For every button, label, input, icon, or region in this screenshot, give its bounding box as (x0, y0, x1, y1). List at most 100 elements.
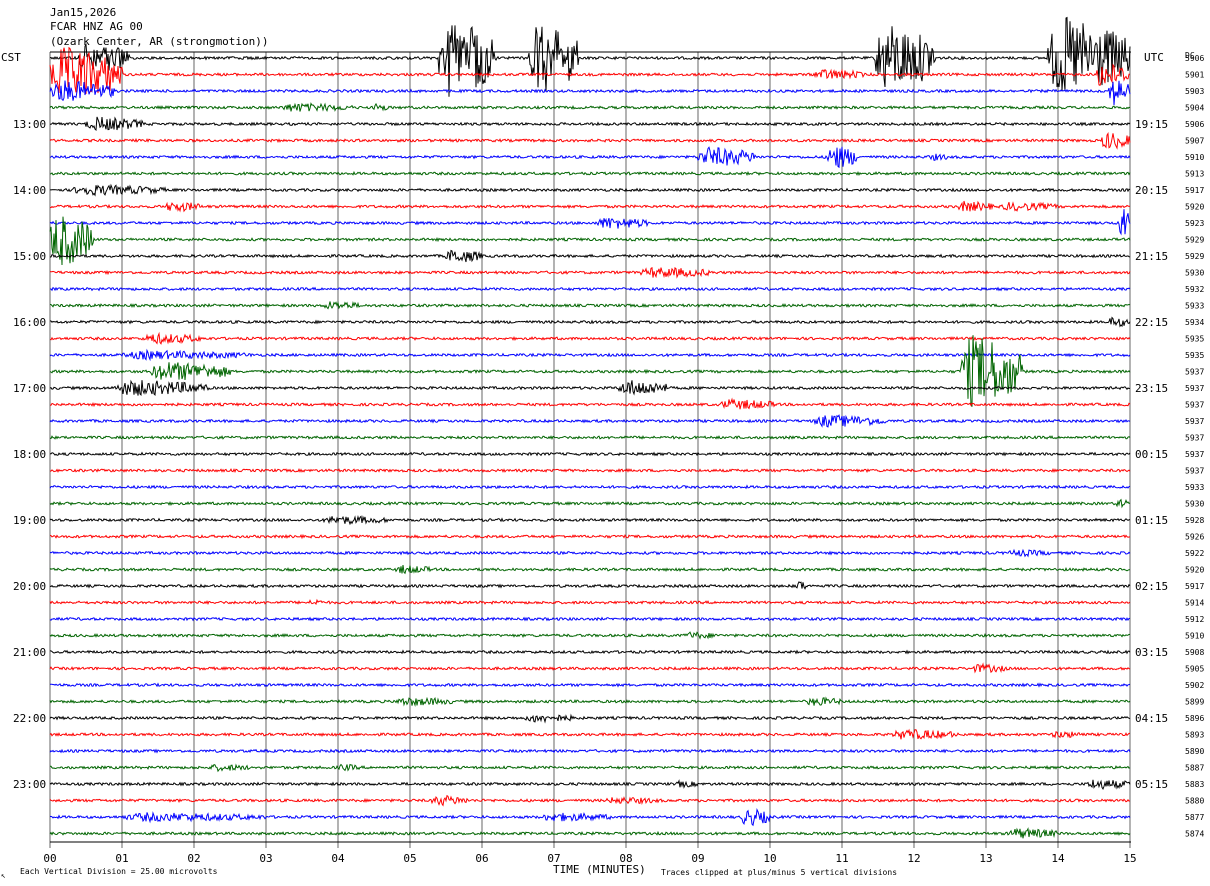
trace-14 (49, 286, 1131, 292)
cst-hour-label: 20:00 (13, 580, 46, 593)
trace-24 (49, 451, 1131, 457)
dc-value: 5906 (1185, 120, 1204, 129)
cst-hour-label: 23:00 (13, 778, 46, 791)
cst-hour-label: 19:00 (13, 514, 46, 527)
dc-value: 5937 (1185, 434, 1204, 443)
cst-hour-label: 17:00 (13, 382, 46, 395)
dc-value: 5907 (1185, 137, 1204, 146)
cst-hour-label: 13:00 (13, 118, 46, 131)
header-date: Jan15,2026 (50, 6, 116, 19)
trace-01 (49, 46, 1131, 94)
trace-16 (49, 316, 1131, 328)
dc-value: 5937 (1185, 467, 1204, 476)
dc-value: 5922 (1185, 549, 1204, 558)
dc-value: 5901 (1185, 71, 1204, 80)
dc-value: 5890 (1185, 747, 1204, 756)
trace-03 (49, 102, 1131, 113)
trace-10 (49, 209, 1131, 236)
tick-labels: 00 01 02 03 04 05 06 07 08 09 10 11 12 13 14 1513:0014:… (13, 54, 1204, 865)
x-tick-label: 00 (43, 852, 56, 865)
dc-value: 5923 (1185, 219, 1204, 228)
dc-value: 5893 (1185, 731, 1204, 740)
dc-value: 5883 (1185, 780, 1204, 789)
corner-mark: ↖ (1, 871, 6, 880)
x-tick-label: 10 (763, 852, 776, 865)
trace-30 (49, 548, 1131, 558)
utc-hour-label: 04:15 (1135, 712, 1168, 725)
dc-value: 5902 (1185, 681, 1204, 690)
trace-00 (49, 16, 1131, 97)
dc-value: 5930 (1185, 269, 1204, 278)
trace-29 (49, 533, 1131, 540)
trace-21 (49, 397, 1131, 410)
trace-34 (49, 616, 1131, 622)
x-tick-label: 11 (835, 852, 848, 865)
utc-hour-label: 05:15 (1135, 778, 1168, 791)
trace-group (49, 16, 1131, 839)
trace-37 (49, 662, 1131, 674)
utc-hour-label: 02:15 (1135, 580, 1168, 593)
trace-15 (49, 300, 1131, 310)
dc-value: 5913 (1185, 170, 1204, 179)
dc-value: 5934 (1185, 318, 1204, 327)
x-tick-label: 04 (331, 852, 345, 865)
dc-value: 5874 (1185, 830, 1204, 839)
dc-title: DC (1185, 51, 1195, 60)
dc-value: 5920 (1185, 203, 1204, 212)
trace-43 (50, 763, 1131, 773)
trace-08 (49, 183, 1131, 197)
dc-value: 5877 (1185, 813, 1204, 822)
trace-36 (50, 649, 1131, 655)
x-tick-label: 03 (259, 852, 272, 865)
scale-label: Each Vertical Division = 25.00 microvolt… (20, 867, 218, 876)
trace-38 (49, 682, 1131, 688)
trace-45 (49, 794, 1131, 807)
dc-value: 5903 (1185, 87, 1204, 96)
utc-hour-label: 01:15 (1135, 514, 1168, 527)
dc-value: 5933 (1185, 483, 1204, 492)
x-axis-label: TIME (MINUTES) (553, 863, 646, 876)
header-station: FCAR HNZ AG 00 (50, 20, 143, 33)
trace-44 (49, 779, 1131, 790)
trace-06 (49, 146, 1131, 169)
dc-value: 5929 (1185, 236, 1204, 245)
dc-value: 5929 (1185, 252, 1204, 261)
x-tick-label: 05 (403, 852, 416, 865)
dc-value: 5914 (1185, 599, 1204, 608)
dc-value: 5917 (1185, 582, 1204, 591)
trace-35 (49, 631, 1131, 640)
dc-value: 5937 (1185, 417, 1204, 426)
dc-value: 5904 (1185, 104, 1204, 113)
trace-25 (49, 468, 1131, 474)
utc-hour-label: 00:15 (1135, 448, 1168, 461)
trace-09 (49, 200, 1131, 213)
right-axis-title: UTC (1144, 51, 1164, 64)
x-tick-label: 01 (115, 852, 128, 865)
trace-04 (49, 116, 1131, 132)
dc-value: 5887 (1185, 764, 1204, 773)
trace-32 (49, 581, 1131, 590)
dc-value: 5932 (1185, 285, 1204, 294)
dc-value: 5928 (1185, 516, 1204, 525)
dc-value: 5935 (1185, 351, 1204, 360)
dc-value: 5912 (1185, 615, 1204, 624)
trace-46 (49, 807, 1131, 827)
trace-42 (49, 748, 1131, 754)
x-tick-label: 02 (187, 852, 200, 865)
utc-hour-label: 03:15 (1135, 646, 1168, 659)
trace-02 (49, 80, 1131, 106)
dc-value: 5910 (1185, 153, 1204, 162)
dc-value: 5910 (1185, 632, 1204, 641)
cst-hour-label: 21:00 (13, 646, 46, 659)
utc-hour-label: 23:15 (1135, 382, 1168, 395)
trace-47 (49, 827, 1131, 839)
trace-17 (49, 331, 1131, 345)
left-axis-title: CST (1, 51, 21, 64)
x-tick-label: 12 (907, 852, 920, 865)
trace-07 (49, 170, 1131, 177)
utc-hour-label: 22:15 (1135, 316, 1168, 329)
trace-39 (49, 696, 1131, 707)
cst-hour-label: 18:00 (13, 448, 46, 461)
dc-value: 5896 (1185, 714, 1204, 723)
trace-19 (49, 335, 1131, 407)
